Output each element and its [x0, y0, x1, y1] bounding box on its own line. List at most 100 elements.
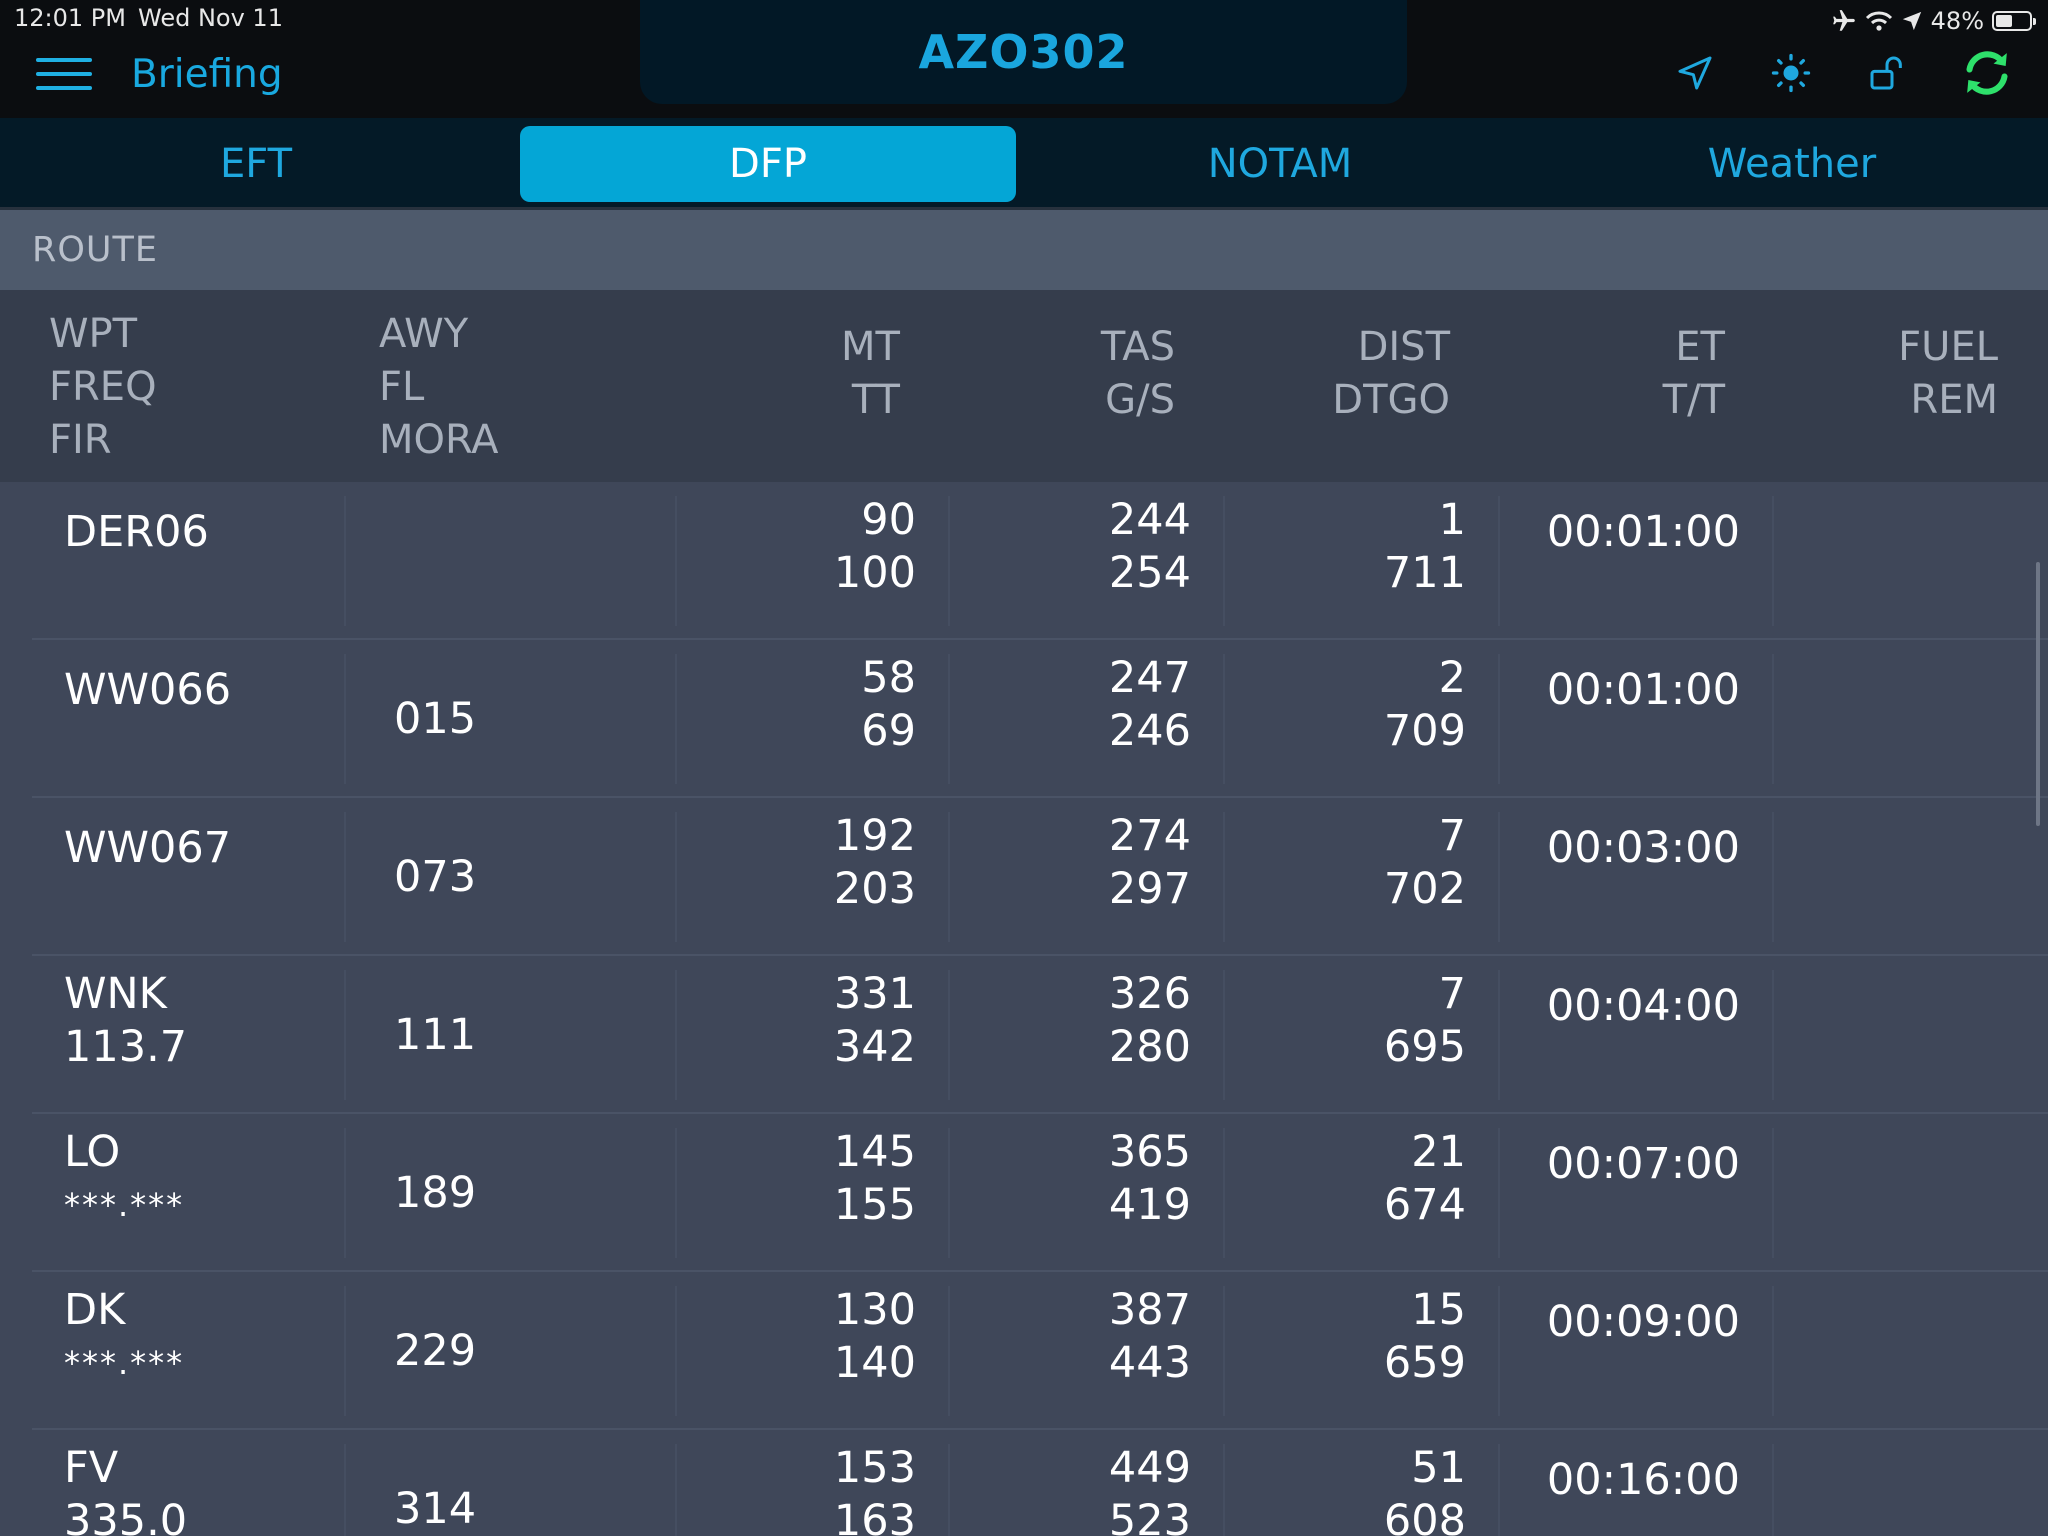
col-fuel-rem: FUEL REM	[1800, 321, 1998, 427]
top-bar: 12:01 PM Wed Nov 11 48% Briefing AZO302	[0, 0, 2048, 118]
vertical-scrollbar[interactable]	[2036, 562, 2040, 826]
dtgo-value: 695	[1383, 1022, 1466, 1072]
tab-eft[interactable]: EFT	[8, 126, 504, 202]
tt-value: 155	[833, 1180, 916, 1230]
speed-cell: 247 246	[975, 652, 1191, 758]
route-table-body[interactable]: DER06 90 100 244 254 1 711 00:01:00 WW066 0…	[0, 482, 2048, 1536]
et-value: 00:01:00	[1546, 507, 1740, 557]
col-mt-tt: MT TT	[760, 321, 900, 427]
et-value: 00:16:00	[1546, 1455, 1740, 1505]
dtgo-value: 711	[1383, 548, 1466, 598]
col-label-gs: G/S	[1105, 377, 1175, 423]
wpt-value: FV	[64, 1443, 119, 1493]
dtgo-value: 659	[1383, 1338, 1466, 1388]
speed-cell: 365 419	[975, 1126, 1191, 1232]
dist-value: 1	[1438, 495, 1466, 545]
location-arrow-icon[interactable]	[1670, 48, 1720, 98]
sun-icon[interactable]	[1766, 48, 1816, 98]
distance-cell: 21 674	[1250, 1126, 1466, 1232]
tab-notam[interactable]: NOTAM	[1032, 126, 1528, 202]
distance-cell: 2 709	[1250, 652, 1466, 758]
freq-value: 335.0	[64, 1496, 188, 1536]
et-value: 00:01:00	[1546, 665, 1740, 715]
distance-cell: 51 608	[1250, 1442, 1466, 1536]
table-row[interactable]: DER06 90 100 244 254 1 711 00:01:00	[0, 482, 2048, 640]
mt-value: 145	[833, 1127, 916, 1177]
fl-value: 073	[394, 852, 477, 902]
track-cell: 145 155	[700, 1126, 916, 1232]
battery-icon	[1992, 11, 2036, 31]
track-cell: 192 203	[700, 810, 916, 916]
table-column-header: WPT FREQ FIR AWY FL MORA MT TT TAS G/S D…	[0, 290, 2048, 482]
table-row[interactable]: DK ***.*** 229 130 140 387 443 15 659 00:09:…	[0, 1272, 2048, 1430]
fl-value: 229	[394, 1326, 477, 1376]
mt-value: 192	[833, 811, 916, 861]
col-et-tt: ET T/T	[1570, 321, 1725, 427]
table-row[interactable]: WNK 113.7 111 331 342 326 280 7 695 00:04:00	[0, 956, 2048, 1114]
sync-icon[interactable]	[1958, 44, 2016, 102]
wpt-value: WW066	[64, 665, 232, 715]
gs-value: 254	[1108, 548, 1191, 598]
dist-value: 51	[1411, 1443, 1466, 1493]
tt-value: 100	[833, 548, 916, 598]
section-title: ROUTE	[32, 230, 158, 270]
tt-value: 163	[833, 1496, 916, 1536]
freq-value: ***.***	[64, 1344, 185, 1382]
tab-dfp[interactable]: DFP	[520, 126, 1016, 202]
fl-value: 015	[394, 694, 477, 744]
tt-value: 203	[833, 864, 916, 914]
freq-value: ***.***	[64, 1186, 185, 1224]
waypoint-cell: WW067	[64, 822, 231, 875]
unlock-icon[interactable]	[1862, 48, 1912, 98]
col-label-awy: AWY	[379, 311, 469, 357]
tt-value: 140	[833, 1338, 916, 1388]
mt-value: 130	[833, 1285, 916, 1335]
track-cell: 58 69	[700, 652, 916, 758]
col-label-tas: TAS	[1100, 324, 1175, 370]
briefing-nav-title[interactable]: Briefing	[131, 52, 283, 97]
dtgo-value: 709	[1383, 706, 1466, 756]
col-label-dist: DIST	[1357, 324, 1450, 370]
col-label-et: ET	[1675, 324, 1725, 370]
table-row[interactable]: LO ***.*** 189 145 155 365 419 21 674 00:07:…	[0, 1114, 2048, 1272]
distance-cell: 15 659	[1250, 1284, 1466, 1390]
location-services-icon	[1902, 11, 1921, 31]
airplane-mode-icon	[1832, 10, 1855, 31]
dist-value: 7	[1438, 811, 1466, 861]
tas-value: 274	[1108, 811, 1191, 861]
waypoint-cell: FV 335.0	[64, 1442, 187, 1536]
tas-value: 449	[1108, 1443, 1191, 1493]
tas-value: 247	[1108, 653, 1191, 703]
wifi-icon	[1865, 11, 1892, 31]
mt-value: 58	[861, 653, 916, 703]
route-section-header: ROUTE	[0, 210, 2048, 290]
col-label-dtgo: DTGO	[1332, 377, 1450, 423]
wpt-value: WW067	[64, 823, 232, 873]
hamburger-menu-icon[interactable]	[36, 58, 92, 90]
dist-value: 2	[1438, 653, 1466, 703]
col-label-mt: MT	[841, 324, 900, 370]
waypoint-cell: WW066	[64, 664, 231, 717]
track-cell: 331 342	[700, 968, 916, 1074]
col-label-tt: TT	[851, 377, 900, 423]
tas-value: 387	[1108, 1285, 1191, 1335]
col-label-fir: FIR	[49, 417, 112, 463]
dist-value: 7	[1438, 969, 1466, 1019]
battery-percent: 48%	[1930, 7, 1984, 35]
waypoint-cell: DK ***.***	[64, 1284, 184, 1390]
gs-value: 523	[1108, 1496, 1191, 1536]
et-value: 00:07:00	[1546, 1139, 1740, 1189]
status-time: 12:01 PM	[14, 4, 126, 32]
gs-value: 443	[1108, 1338, 1191, 1388]
tab-weather[interactable]: Weather	[1544, 126, 2040, 202]
col-label-freq: FREQ	[49, 364, 157, 410]
flight-number-banner: AZO302	[640, 0, 1407, 104]
flight-number: AZO302	[918, 25, 1129, 79]
table-row[interactable]: WW066 015 58 69 247 246 2 709 00:01:00	[0, 640, 2048, 798]
table-row[interactable]: FV 335.0 314 153 163 449 523 51 608 00:16:00	[0, 1430, 2048, 1536]
fl-value: 314	[394, 1484, 477, 1534]
table-row[interactable]: WW067 073 192 203 274 297 7 702 00:03:00	[0, 798, 2048, 956]
freq-value: 113.7	[64, 1022, 188, 1072]
gs-value: 419	[1108, 1180, 1191, 1230]
dtgo-value: 674	[1383, 1180, 1466, 1230]
